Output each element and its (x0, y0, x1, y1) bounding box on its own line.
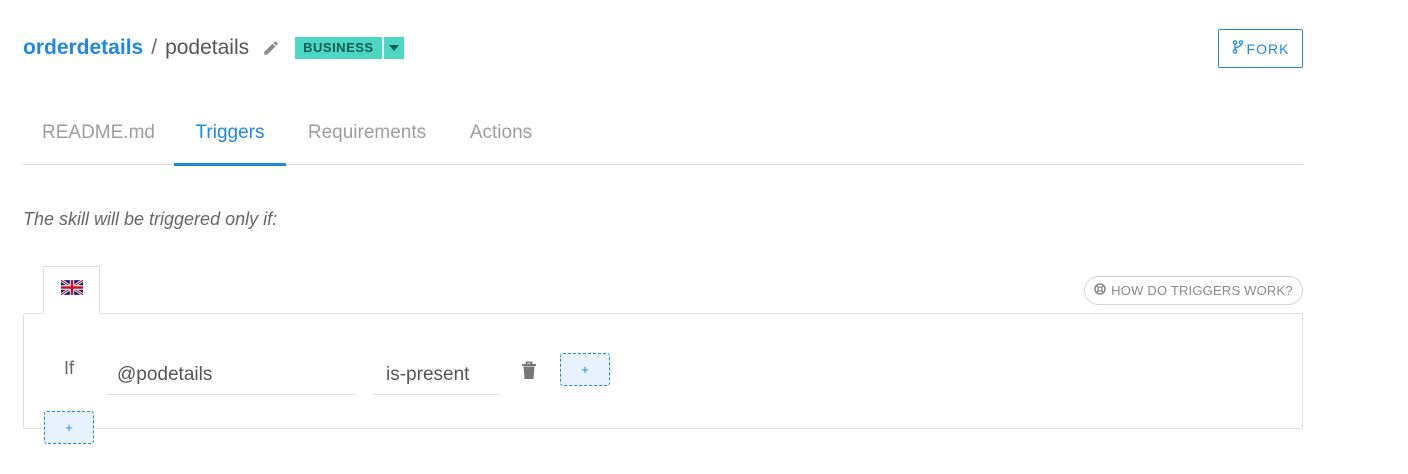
triggers-intro-text: The skill will be triggered only if: (23, 209, 278, 229)
language-tab-en[interactable] (43, 266, 100, 314)
how-do-triggers-work-button[interactable]: HOW DO TRIGGERS WORK? (1084, 276, 1303, 305)
entity-input[interactable]: @podetails (106, 355, 355, 395)
if-label: If (64, 358, 75, 378)
trash-icon[interactable] (519, 359, 539, 381)
tab-actions[interactable]: Actions (448, 100, 554, 165)
tab-bar: README.md Triggers Requirements Actions (23, 100, 1303, 166)
pencil-icon[interactable] (261, 38, 281, 58)
tab-readme[interactable]: README.md (23, 100, 174, 165)
lifebuoy-icon (1094, 283, 1106, 298)
tab-requirements[interactable]: Requirements (286, 100, 448, 165)
help-link-label: HOW DO TRIGGERS WORK? (1111, 283, 1293, 298)
fork-icon (1232, 40, 1244, 57)
fork-button[interactable]: FORK (1218, 29, 1303, 68)
breadcrumb: orderdetails / podetails BUSINESS (23, 30, 404, 66)
page-title: podetails (165, 36, 250, 59)
operator-input[interactable]: is-present (374, 355, 499, 395)
parent-skill-link[interactable]: orderdetails (23, 36, 143, 60)
add-trigger-group-button[interactable]: + (44, 411, 94, 444)
breadcrumb-separator: / (151, 36, 158, 59)
uk-flag-icon (59, 278, 84, 300)
add-condition-button[interactable]: + (560, 353, 610, 386)
tab-triggers[interactable]: Triggers (174, 100, 286, 166)
status-badge[interactable]: BUSINESS (295, 37, 404, 59)
chevron-down-icon[interactable] (383, 37, 404, 59)
badge-label: BUSINESS (295, 37, 382, 59)
fork-button-label: FORK (1246, 40, 1290, 57)
